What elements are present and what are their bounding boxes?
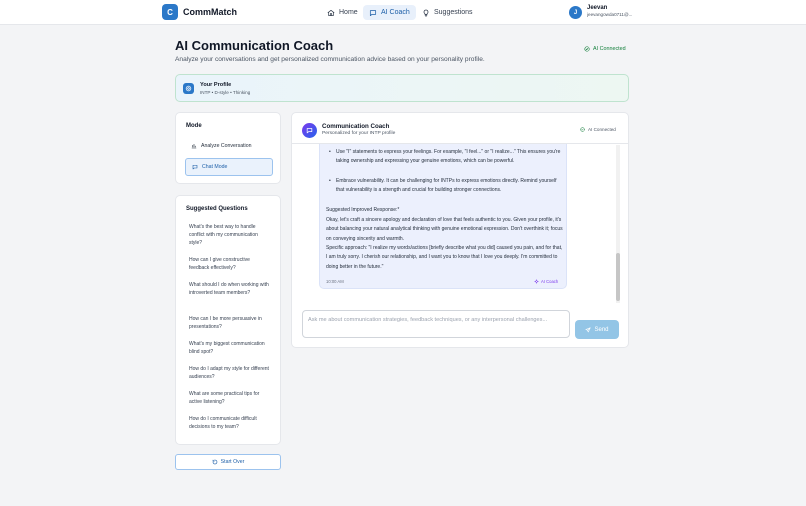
check-circle-icon xyxy=(580,127,585,132)
chat-panel: Communication Coach Personalized for you… xyxy=(291,112,629,348)
lightbulb-icon xyxy=(423,9,429,16)
suggested-question[interactable]: How do I communicate difficult decisions… xyxy=(189,416,271,432)
suggested-question[interactable]: How can I be more persuasive in presenta… xyxy=(189,316,271,332)
chat-scrollbar[interactable] xyxy=(616,145,620,303)
user-avatar[interactable]: J xyxy=(569,6,582,19)
user-name: Jeevan xyxy=(587,5,608,11)
sparkle-icon xyxy=(534,279,539,284)
message-bullet: Use "I" statements to express your feeli… xyxy=(329,148,561,167)
nav-suggestions-label: Suggestions xyxy=(434,9,473,16)
avatar-initial: J xyxy=(573,9,578,16)
user-email: jeevangowda0711@... xyxy=(587,12,633,17)
suggested-question[interactable]: What should I do when working with intro… xyxy=(189,282,271,298)
ai-status-text: AI Connected xyxy=(593,46,626,52)
bar-chart-icon xyxy=(191,143,197,149)
chat-title: Communication Coach xyxy=(322,123,390,130)
chat-mode-label: Chat Mode xyxy=(202,164,228,170)
message-paragraph: Okay, let's craft a sincere apology and … xyxy=(326,217,563,242)
profile-title: Your Profile xyxy=(200,82,232,88)
chat-subtitle: Personalized for your INTP profile xyxy=(322,131,396,136)
app-logo[interactable]: C xyxy=(162,4,178,20)
nav-home[interactable]: Home xyxy=(321,5,364,20)
chat-bubble-icon xyxy=(306,128,313,134)
suggested-questions-card: Suggested Questions What's the best way … xyxy=(175,195,281,445)
message-timestamp: 10:00 AM xyxy=(326,279,344,284)
refresh-icon xyxy=(212,459,217,465)
chat-message-input[interactable] xyxy=(302,310,570,338)
nav-ai-coach-label: AI Coach xyxy=(381,9,410,16)
page-subtitle: Analyze your conversations and get perso… xyxy=(175,56,485,63)
analyze-conversation-button[interactable]: Analyze Conversation xyxy=(185,137,273,155)
start-over-label: Start Over xyxy=(220,459,245,465)
coach-message-bubble: Use "I" statements to express your feeli… xyxy=(319,144,567,289)
profile-icon xyxy=(183,83,194,94)
message-sender-tag: AI Coach xyxy=(534,277,558,286)
chat-bubble-icon xyxy=(192,164,198,170)
analyze-conversation-label: Analyze Conversation xyxy=(201,143,252,149)
top-navigation-bar: C CommMatch Home AI Coach Suggestions J … xyxy=(0,0,806,25)
suggested-question[interactable]: How do I adapt my style for different au… xyxy=(189,366,271,382)
nav-suggestions[interactable]: Suggestions xyxy=(416,5,479,20)
coach-avatar xyxy=(302,123,317,138)
message-heading: Suggested Improved Response:* xyxy=(326,207,400,213)
nav-home-label: Home xyxy=(339,9,358,16)
suggested-question[interactable]: What's my biggest communication blind sp… xyxy=(189,341,271,357)
send-icon xyxy=(585,326,592,332)
suggested-question[interactable]: How can I give constructive feedback eff… xyxy=(189,257,271,273)
target-icon xyxy=(185,85,192,92)
mode-card: Mode Analyze Conversation Chat Mode xyxy=(175,112,281,184)
profile-meta: INTP • D-style • Thinking xyxy=(200,90,251,95)
chat-status-text: AI Connected xyxy=(588,127,616,132)
message-paragraph: Specific approach: "I realize my words/a… xyxy=(326,245,563,270)
chat-status-badge: AI Connected xyxy=(580,127,616,132)
chat-bubble-icon xyxy=(369,9,377,16)
mode-title: Mode xyxy=(186,123,202,129)
message-sender-label: AI Coach xyxy=(541,279,559,284)
suggested-question[interactable]: What's the best way to handle conflict w… xyxy=(189,224,271,247)
start-over-button[interactable]: Start Over xyxy=(175,454,281,470)
logo-letter: C xyxy=(167,7,173,17)
message-bullet: Embrace vulnerability. It can be challen… xyxy=(329,177,561,196)
page-title: AI Communication Coach xyxy=(175,38,334,53)
check-circle-icon xyxy=(584,46,590,52)
chat-scrollbar-thumb[interactable] xyxy=(616,253,620,301)
send-label: Send xyxy=(594,326,609,333)
chat-mode-button[interactable]: Chat Mode xyxy=(185,158,273,176)
profile-banner: Your Profile INTP • D-style • Thinking xyxy=(175,74,629,102)
nav-ai-coach[interactable]: AI Coach xyxy=(363,5,416,20)
home-icon xyxy=(327,9,335,16)
ai-status-badge: AI Connected xyxy=(584,46,626,52)
suggested-question[interactable]: What are some practical tips for active … xyxy=(189,391,271,407)
suggested-questions-title: Suggested Questions xyxy=(186,206,248,212)
send-button[interactable]: Send xyxy=(575,320,619,339)
app-name[interactable]: CommMatch xyxy=(183,7,237,17)
